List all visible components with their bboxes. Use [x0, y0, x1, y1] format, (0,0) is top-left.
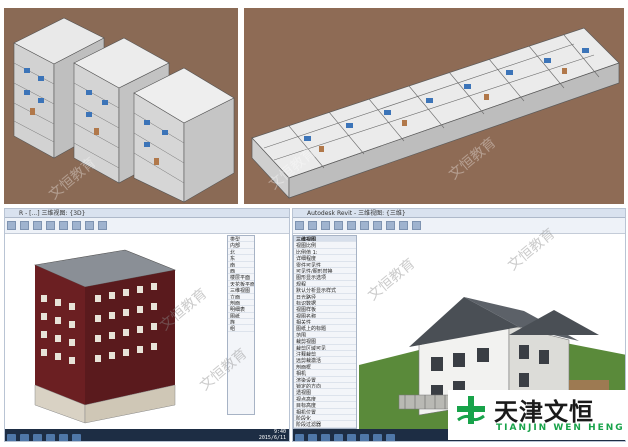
- tool-icon[interactable]: [399, 221, 408, 230]
- taskbar-app-icon[interactable]: [347, 434, 356, 441]
- taskbar-app-icon[interactable]: [46, 434, 55, 441]
- window-title: R - [...] 三维视图: {3D}: [5, 209, 289, 218]
- project-browser-panel: 类型 内部 北 东 南 西 楼层平面 天花板平面 三维视图 立面 剖面 明细表 …: [227, 235, 255, 415]
- properties-panel: 三维视图 视图比例 比例值 1: 详细程度 零件可见性 可见性/图形替换 图形显…: [293, 235, 357, 429]
- tool-icon[interactable]: [321, 221, 330, 230]
- taskbar-app-icon[interactable]: [321, 434, 330, 441]
- image-collage: 文恒教育 文恒教育 文恒教育 R - [...] 三维视图: {3D} 类型 内…: [0, 0, 628, 447]
- tool-icon[interactable]: [360, 221, 369, 230]
- tool-icon[interactable]: [7, 221, 16, 230]
- taskbar-app-icon[interactable]: [386, 434, 395, 441]
- tool-icon[interactable]: [308, 221, 317, 230]
- tool-icon[interactable]: [412, 221, 421, 230]
- taskbar-app-icon[interactable]: [33, 434, 42, 441]
- building-section-render: [13, 17, 235, 203]
- tool-icon[interactable]: [85, 221, 94, 230]
- window-title: Autodesk Revit - 三维视图: {三维}: [293, 209, 625, 218]
- tool-icon[interactable]: [373, 221, 382, 230]
- tool-icon[interactable]: [347, 221, 356, 230]
- start-icon[interactable]: [7, 434, 16, 441]
- panel-3d-floor-plan: 文恒教育 文恒教育: [244, 8, 624, 204]
- taskbar-app-icon[interactable]: [72, 434, 81, 441]
- tool-icon[interactable]: [59, 221, 68, 230]
- taskbar-app-icon[interactable]: [59, 434, 68, 441]
- ribbon-toolbar: [293, 218, 625, 234]
- taskbar-app-icon[interactable]: [373, 434, 382, 441]
- tool-icon[interactable]: [334, 221, 343, 230]
- clock-date: 2015/6/11: [258, 435, 286, 441]
- tool-icon[interactable]: [386, 221, 395, 230]
- brand-mark-icon: [457, 396, 485, 424]
- tool-icon[interactable]: [20, 221, 29, 230]
- tool-icon[interactable]: [295, 221, 304, 230]
- panel-revit-tower-window: R - [...] 三维视图: {3D} 类型 内部 北 东 南 西 楼层平面 …: [4, 208, 290, 442]
- taskbar-app-icon[interactable]: [334, 434, 343, 441]
- brand-logo: 天津文恒 TIANJIN WEN HENG: [448, 390, 626, 440]
- tool-icon[interactable]: [46, 221, 55, 230]
- start-icon[interactable]: [295, 434, 304, 441]
- tool-icon[interactable]: [72, 221, 81, 230]
- taskbar-app-icon[interactable]: [20, 434, 29, 441]
- tool-icon[interactable]: [33, 221, 42, 230]
- taskbar-clock: 9:40 2015/6/11: [259, 429, 286, 441]
- windows-taskbar: 9:40 2015/6/11: [5, 429, 289, 441]
- brand-name-en: TIANJIN WEN HENG: [496, 423, 625, 433]
- taskbar-app-icon[interactable]: [360, 434, 369, 441]
- brick-tower-render: [33, 249, 177, 424]
- property-row[interactable]: 阶段过滤器: [294, 421, 356, 428]
- panel-3d-building-section: 文恒教育: [4, 8, 238, 204]
- brand-name-cn: 天津文恒: [494, 398, 594, 426]
- floor-plan-render: [251, 27, 620, 199]
- browser-item[interactable]: 组: [228, 325, 254, 332]
- tool-icon[interactable]: [98, 221, 107, 230]
- taskbar-app-icon[interactable]: [308, 434, 317, 441]
- ribbon-toolbar: [5, 218, 289, 234]
